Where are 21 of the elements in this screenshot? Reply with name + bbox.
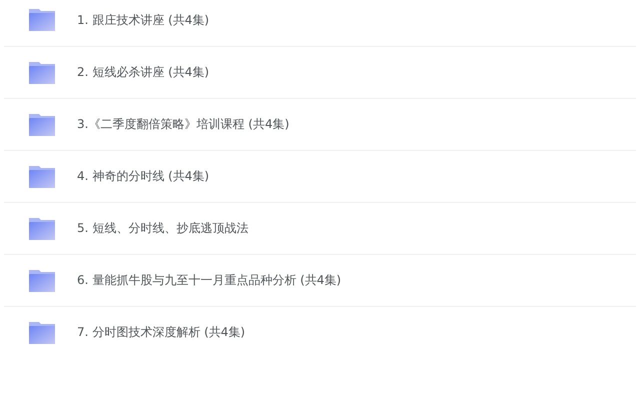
folder-row[interactable]: 6. 量能抓牛股与九至十一月重点品种分析 (共4集) xyxy=(4,254,636,306)
folder-row[interactable]: 4. 神奇的分时线 (共4集) xyxy=(4,150,636,202)
folder-name: 5. 短线、分时线、抄底逃顶战法 xyxy=(77,220,248,237)
folder-icon xyxy=(28,268,56,292)
folder-icon xyxy=(28,164,56,188)
folder-row[interactable]: 3.《二季度翻倍策略》培训课程 (共4集) xyxy=(4,98,636,150)
folder-icon xyxy=(28,8,56,32)
folder-name: 6. 量能抓牛股与九至十一月重点品种分析 (共4集) xyxy=(77,272,342,289)
folder-icon xyxy=(28,60,56,84)
folder-name: 4. 神奇的分时线 (共4集) xyxy=(77,168,210,185)
folder-name: 1. 跟庄技术讲座 (共4集) xyxy=(77,12,210,28)
folder-name: 7. 分时图技术深度解析 (共4集) xyxy=(77,324,246,341)
folder-row[interactable]: 1. 跟庄技术讲座 (共4集) xyxy=(4,0,636,46)
folder-row[interactable]: 2. 短线必杀讲座 (共4集) xyxy=(4,46,636,98)
folder-name: 3.《二季度翻倍策略》培训课程 (共4集) xyxy=(77,116,290,133)
folder-icon xyxy=(28,112,56,136)
folder-row[interactable]: 7. 分时图技术深度解析 (共4集) xyxy=(4,306,636,358)
folder-icon xyxy=(28,216,56,240)
folder-name: 2. 短线必杀讲座 (共4集) xyxy=(77,64,210,81)
folder-icon xyxy=(28,320,56,344)
folder-row[interactable]: 5. 短线、分时线、抄底逃顶战法 xyxy=(4,202,636,254)
